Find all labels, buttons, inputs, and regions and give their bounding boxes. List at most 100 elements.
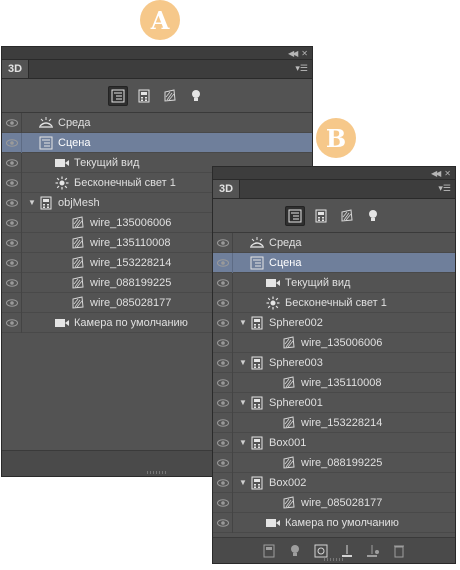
light-icon — [54, 175, 70, 191]
trash-icon[interactable] — [391, 543, 407, 559]
visibility-eye-icon[interactable] — [213, 232, 233, 253]
tree-row[interactable]: Сцена — [213, 252, 455, 273]
tree-row[interactable]: wire_153228214 — [213, 412, 455, 433]
visibility-eye-icon[interactable] — [213, 292, 233, 313]
tree-row[interactable]: ▼ Box001 — [213, 432, 455, 453]
resize-grip[interactable] — [147, 471, 167, 474]
visibility-eye-icon[interactable] — [2, 212, 22, 233]
mesh-icon — [249, 435, 265, 451]
scene-icon — [38, 135, 54, 151]
tree-row[interactable]: ▼ Box002 — [213, 472, 455, 493]
visibility-eye-icon[interactable] — [2, 232, 22, 253]
material-icon — [281, 455, 297, 471]
visibility-eye-icon[interactable] — [213, 452, 233, 473]
visibility-eye-icon[interactable] — [2, 172, 22, 193]
visibility-eye-icon[interactable] — [213, 272, 233, 293]
camera-icon — [265, 515, 281, 531]
tree-row[interactable]: Среда — [213, 232, 455, 253]
visibility-eye-icon[interactable] — [2, 272, 22, 293]
visibility-eye-icon[interactable] — [2, 312, 22, 333]
visibility-eye-icon[interactable] — [213, 332, 233, 353]
panel-menu-icon[interactable]: ▾☰ — [295, 63, 308, 74]
tree-row[interactable]: wire_135006006 — [213, 332, 455, 353]
render-icon[interactable] — [313, 543, 329, 559]
mesh-icon[interactable] — [261, 543, 277, 559]
resize-grip[interactable] — [324, 558, 344, 561]
tree-row-label: Текущий вид — [74, 156, 140, 169]
tree-row-label: Sphere003 — [269, 356, 323, 369]
tree-row-label: Бесконечный свет 1 — [74, 176, 176, 189]
visibility-eye-icon[interactable] — [213, 512, 233, 533]
camera-icon — [265, 275, 281, 291]
tree-row[interactable]: Текущий вид — [213, 272, 455, 293]
scene-icon — [249, 255, 265, 271]
filter-lights-icon[interactable] — [363, 206, 383, 226]
expand-triangle-icon[interactable]: ▼ — [237, 318, 249, 327]
panel-tab-bar: 3D ▾☰ — [213, 180, 455, 199]
filter-whole-scene-icon[interactable] — [285, 205, 305, 226]
light-bulb-icon[interactable] — [287, 543, 303, 559]
tree-row-label: wire_135110008 — [301, 376, 382, 389]
filter-lights-icon[interactable] — [186, 86, 206, 106]
visibility-eye-icon[interactable] — [2, 112, 22, 133]
visibility-eye-icon[interactable] — [213, 312, 233, 333]
filter-materials-icon[interactable] — [160, 86, 180, 106]
tree-row-label: wire_088199225 — [90, 276, 172, 289]
tree-row[interactable]: wire_085028177 — [213, 492, 455, 513]
tree-row[interactable]: wire_135110008 — [213, 372, 455, 393]
visibility-eye-icon[interactable] — [213, 412, 233, 433]
tree-row[interactable]: Камера по умолчанию — [213, 512, 455, 533]
tree-row[interactable]: wire_088199225 — [213, 452, 455, 473]
visibility-eye-icon[interactable] — [213, 372, 233, 393]
new-light-icon[interactable] — [365, 543, 381, 559]
close-panel-icon[interactable]: ✕ — [301, 49, 308, 58]
expand-triangle-icon[interactable]: ▼ — [237, 358, 249, 367]
tree-row[interactable]: ▼ Sphere003 — [213, 352, 455, 373]
expand-triangle-icon[interactable]: ▼ — [26, 198, 38, 207]
ground-icon[interactable] — [339, 543, 355, 559]
tree-row[interactable]: ▼ Sphere002 — [213, 312, 455, 333]
tree-row-label: Сцена — [58, 136, 91, 149]
collapse-icon[interactable]: ◀◀ — [431, 169, 441, 178]
visibility-eye-icon[interactable] — [2, 132, 22, 153]
tree-row-label: Сцена — [269, 256, 302, 269]
environment-icon — [38, 115, 54, 131]
tab-3d[interactable]: 3D — [2, 60, 30, 78]
visibility-eye-icon[interactable] — [2, 152, 22, 173]
visibility-eye-icon[interactable] — [213, 252, 233, 273]
filter-materials-icon[interactable] — [337, 206, 357, 226]
tree-row-label: wire_088199225 — [301, 456, 383, 469]
filter-whole-scene-icon[interactable] — [108, 85, 128, 106]
panel-tab-bar: 3D ▾☰ — [2, 60, 312, 79]
close-panel-icon[interactable]: ✕ — [444, 169, 451, 178]
tree-row-label: Box001 — [269, 436, 307, 449]
panel-menu-icon[interactable]: ▾☰ — [438, 183, 451, 194]
visibility-eye-icon[interactable] — [213, 392, 233, 413]
visibility-eye-icon[interactable] — [213, 472, 233, 493]
tree-row[interactable]: Среда — [2, 112, 312, 133]
tree-row[interactable]: ▼ Sphere001 — [213, 392, 455, 413]
expand-triangle-icon[interactable]: ▼ — [237, 398, 249, 407]
tab-3d[interactable]: 3D — [213, 180, 241, 198]
tree-row-label: wire_153228214 — [301, 416, 383, 429]
camera-icon — [54, 315, 70, 331]
collapse-icon[interactable]: ◀◀ — [288, 49, 298, 58]
material-icon — [70, 295, 86, 311]
mesh-icon — [249, 315, 265, 331]
visibility-eye-icon[interactable] — [213, 432, 233, 453]
visibility-eye-icon[interactable] — [213, 492, 233, 513]
material-icon — [70, 255, 86, 271]
expand-triangle-icon[interactable]: ▼ — [237, 478, 249, 487]
visibility-eye-icon[interactable] — [2, 192, 22, 213]
filter-meshes-icon[interactable] — [311, 206, 331, 226]
visibility-eye-icon[interactable] — [2, 292, 22, 313]
tree-row[interactable]: Сцена — [2, 132, 312, 153]
filter-toolbar — [2, 79, 312, 113]
visibility-eye-icon[interactable] — [213, 352, 233, 373]
tree-row-label: wire_135006006 — [90, 216, 172, 229]
filter-meshes-icon[interactable] — [134, 86, 154, 106]
panel-footer — [213, 537, 455, 563]
expand-triangle-icon[interactable]: ▼ — [237, 438, 249, 447]
tree-row[interactable]: Бесконечный свет 1 — [213, 292, 455, 313]
visibility-eye-icon[interactable] — [2, 252, 22, 273]
